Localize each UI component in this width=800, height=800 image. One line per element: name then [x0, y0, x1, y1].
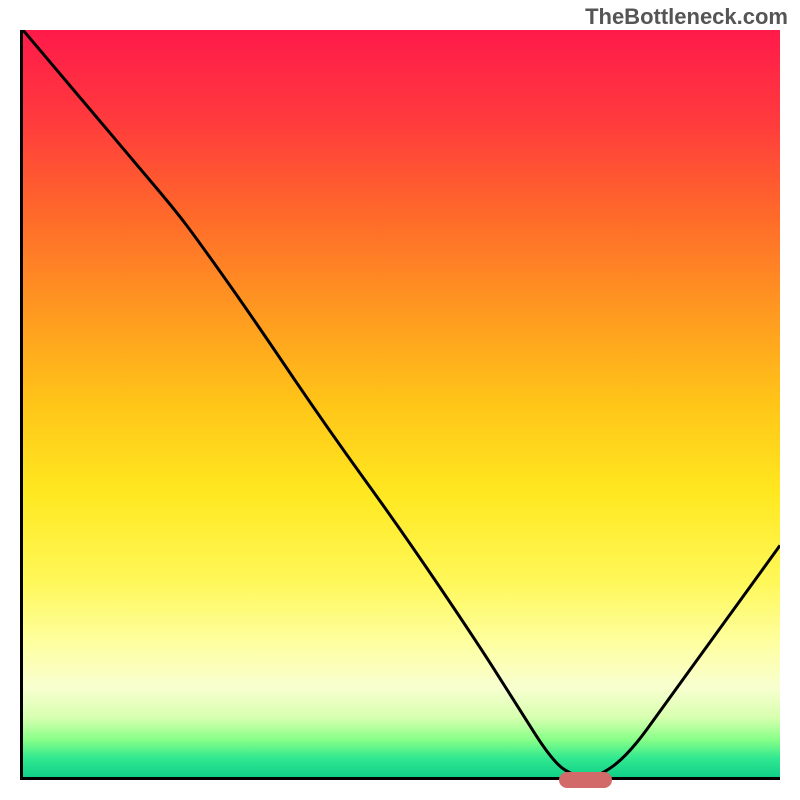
curve-svg: [23, 30, 780, 777]
plot-area: [20, 30, 780, 780]
optimal-marker: [559, 772, 612, 788]
watermark-text: TheBottleneck.com: [585, 4, 788, 30]
bottleneck-curve-path: [23, 30, 780, 777]
